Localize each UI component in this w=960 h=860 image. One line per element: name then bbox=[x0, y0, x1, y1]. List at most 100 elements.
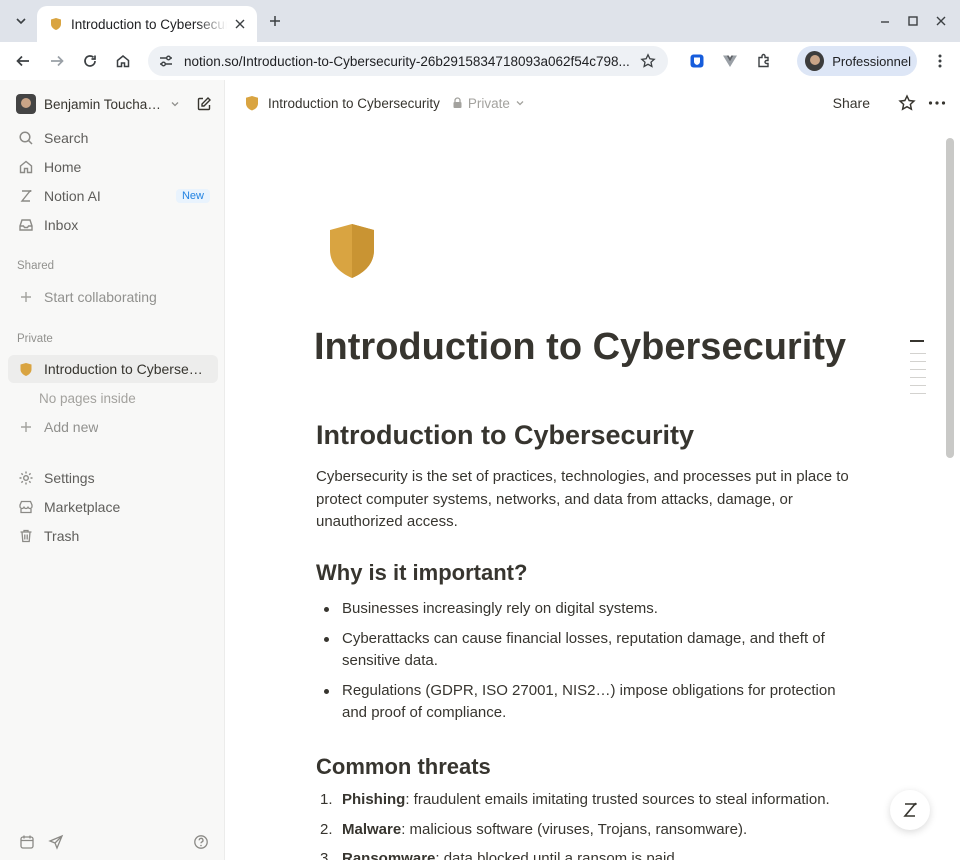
list-item-text: Businesses increasingly rely on digital … bbox=[342, 600, 658, 617]
table-of-contents-minimap[interactable] bbox=[910, 340, 926, 401]
heading-why-important[interactable]: Why is it important? bbox=[316, 560, 527, 586]
threat-term: Ransomware bbox=[342, 850, 436, 860]
privacy-label: Private bbox=[467, 95, 510, 111]
sidebar-item-label: Inbox bbox=[44, 217, 79, 233]
list-item[interactable]: Cyberattacks can cause financial losses,… bbox=[316, 628, 846, 673]
url-text: notion.so/Introduction-to-Cybersecurity-… bbox=[184, 53, 630, 69]
list-item-text: Regulations (GDPR, ISO 27001, NIS2…) imp… bbox=[342, 681, 836, 722]
new-tab-button[interactable] bbox=[262, 8, 288, 34]
sidebar-item-marketplace[interactable]: Marketplace bbox=[8, 493, 218, 521]
browser-tab-bar: Introduction to Cybersecurity bbox=[0, 0, 960, 42]
notion-ai-button[interactable] bbox=[890, 790, 930, 830]
workspace-name: Benjamin Touchard's Notion bbox=[44, 96, 164, 112]
calendar-icon[interactable] bbox=[17, 832, 37, 852]
puzzle-icon bbox=[758, 53, 769, 68]
vue-icon bbox=[723, 55, 737, 67]
chevron-down-icon bbox=[16, 18, 26, 25]
list-number: 2. bbox=[320, 820, 333, 838]
sidebar-item-label: Introduction to Cybersecurity bbox=[44, 361, 209, 377]
sidebar-item-notion-ai[interactable]: Notion AI New bbox=[8, 182, 218, 210]
toc-line bbox=[910, 353, 926, 354]
new-badge: New bbox=[175, 189, 210, 203]
scrollbar[interactable] bbox=[946, 138, 954, 458]
heading-introduction[interactable]: Introduction to Cybersecurity bbox=[316, 420, 694, 451]
home-icon bbox=[16, 157, 36, 177]
toc-line bbox=[910, 393, 926, 394]
bullet-dot bbox=[324, 607, 329, 612]
reload-button[interactable] bbox=[77, 48, 103, 74]
close-window-button[interactable] bbox=[930, 10, 952, 32]
sidebar-item-trash[interactable]: Trash bbox=[8, 522, 218, 550]
browser-tab[interactable]: Introduction to Cybersecurity bbox=[37, 6, 257, 42]
sidebar-item-home[interactable]: Home bbox=[8, 153, 218, 181]
bullet-dot bbox=[324, 636, 329, 642]
list-item[interactable]: 2. Malware: malicious software (viruses, … bbox=[316, 819, 846, 842]
start-collaborating-button[interactable]: Start collaborating bbox=[8, 283, 218, 311]
plus-icon bbox=[270, 16, 280, 26]
list-item[interactable]: 3. Ransomware: data blocked until a ranso… bbox=[316, 848, 846, 860]
send-icon[interactable] bbox=[46, 832, 66, 852]
sidebar-item-search[interactable]: Search bbox=[8, 124, 218, 152]
sidebar-footer bbox=[0, 824, 225, 860]
list-item[interactable]: Regulations (GDPR, ISO 27001, NIS2…) imp… bbox=[316, 680, 846, 725]
home-button[interactable] bbox=[110, 48, 136, 74]
toc-line bbox=[910, 340, 924, 342]
plus-icon bbox=[16, 417, 36, 437]
heading-common-threats[interactable]: Common threats bbox=[316, 754, 491, 780]
bitwarden-extension-button[interactable] bbox=[684, 48, 710, 74]
plus-icon bbox=[16, 287, 36, 307]
toc-line bbox=[910, 361, 926, 362]
notion-app: Benjamin Touchard's Notion Search Home bbox=[0, 80, 960, 860]
shield-icon[interactable] bbox=[326, 222, 378, 280]
page-title[interactable]: Introduction to Cybersecurity bbox=[314, 326, 846, 369]
intro-paragraph[interactable]: Cybersecurity is the set of practices, t… bbox=[316, 466, 856, 534]
profile-button[interactable]: Professionnel bbox=[797, 46, 917, 76]
favorite-star-icon[interactable] bbox=[896, 92, 918, 114]
tab-search-button[interactable] bbox=[8, 8, 34, 34]
list-item[interactable]: Businesses increasingly rely on digital … bbox=[316, 598, 846, 621]
forward-button[interactable] bbox=[44, 48, 70, 74]
why-bullet-list: Businesses increasingly rely on digital … bbox=[316, 598, 846, 732]
search-icon bbox=[16, 128, 36, 148]
site-settings-icon[interactable] bbox=[158, 52, 176, 70]
workspace-switcher[interactable]: Benjamin Touchard's Notion bbox=[8, 90, 218, 118]
sidebar-item-label: Marketplace bbox=[44, 499, 121, 515]
sidebar: Benjamin Touchard's Notion Search Home bbox=[0, 80, 225, 860]
address-bar[interactable]: notion.so/Introduction-to-Cybersecurity-… bbox=[148, 46, 668, 76]
extensions-button[interactable] bbox=[751, 48, 777, 74]
minimize-button[interactable] bbox=[874, 10, 896, 32]
maximize-button[interactable] bbox=[902, 10, 924, 32]
vue-devtools-extension-button[interactable] bbox=[717, 48, 743, 74]
shield-icon bbox=[246, 96, 258, 111]
sidebar-item-page[interactable]: Introduction to Cybersecurity bbox=[8, 355, 218, 383]
gear-icon bbox=[16, 468, 36, 488]
privacy-dropdown[interactable]: Private bbox=[452, 96, 525, 111]
bookmark-star-icon[interactable] bbox=[638, 51, 658, 71]
browser-toolbar: notion.so/Introduction-to-Cybersecurity-… bbox=[0, 42, 960, 80]
help-icon[interactable] bbox=[191, 832, 211, 852]
list-item[interactable]: 1. Phishing: fraudulent emails imitating … bbox=[316, 789, 846, 812]
bullet-dot bbox=[324, 688, 329, 694]
close-icon[interactable] bbox=[231, 15, 249, 33]
page-content: Introduction to Cybersecurity Introducti… bbox=[226, 126, 944, 860]
threat-term: Malware bbox=[342, 820, 402, 838]
shield-icon bbox=[51, 18, 61, 30]
breadcrumb[interactable]: Introduction to Cybersecurity bbox=[268, 96, 440, 111]
close-icon bbox=[936, 16, 946, 26]
avatar bbox=[805, 51, 825, 71]
notion-ai-icon bbox=[903, 802, 917, 817]
back-button[interactable] bbox=[10, 48, 36, 74]
sidebar-item-inbox[interactable]: Inbox bbox=[8, 211, 218, 239]
browser-menu-button[interactable] bbox=[927, 48, 953, 74]
sidebar-item-label: Home bbox=[44, 159, 82, 175]
add-new-page-button[interactable]: Add new bbox=[8, 413, 218, 441]
share-button[interactable]: Share bbox=[833, 95, 870, 111]
bitwarden-icon bbox=[690, 54, 704, 68]
profile-name: Professionnel bbox=[832, 53, 911, 69]
sidebar-item-settings[interactable]: Settings bbox=[8, 464, 218, 492]
new-page-compose-icon[interactable] bbox=[194, 94, 214, 114]
sidebar-item-label: Add new bbox=[44, 419, 99, 435]
avatar bbox=[16, 94, 36, 114]
notion-ai-icon bbox=[16, 186, 36, 206]
more-options-icon[interactable] bbox=[926, 92, 948, 114]
